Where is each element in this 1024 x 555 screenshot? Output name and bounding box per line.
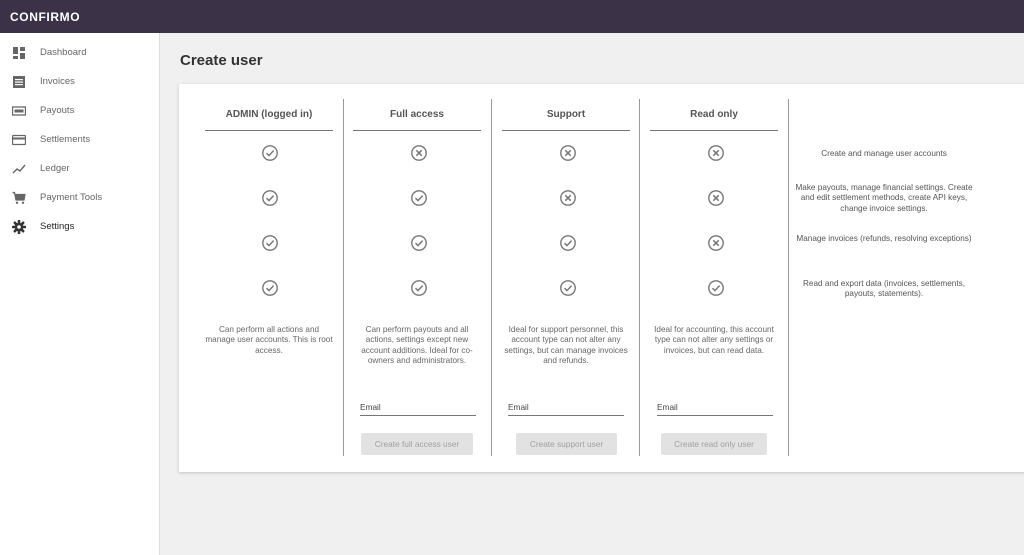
cart-icon xyxy=(12,191,26,204)
column-divider xyxy=(343,99,344,456)
email-underline xyxy=(508,415,624,416)
sidebar-item-settings[interactable]: Settings xyxy=(0,213,160,242)
page-title: Create user xyxy=(180,52,263,69)
column-description: Can perform payouts and all actions, set… xyxy=(361,325,473,366)
sidebar: Dashboard Invoices Payouts Settlements L… xyxy=(0,33,160,555)
permission-description: Read and export data (invoices, settleme… xyxy=(802,279,966,299)
create-user-card: ADMIN (logged in) Can perform all action… xyxy=(179,84,1024,472)
check-circle-icon xyxy=(261,279,279,297)
check-circle-icon xyxy=(261,144,279,162)
sidebar-item-label: Payment Tools xyxy=(40,192,103,203)
confirmo-logo[interactable]: CONFIRMO xyxy=(10,10,80,24)
check-circle-icon xyxy=(559,279,577,297)
sidebar-item-label: Ledger xyxy=(40,163,70,174)
email-underline xyxy=(657,415,773,416)
email-input[interactable] xyxy=(360,401,476,415)
column-underline xyxy=(205,130,333,131)
column-divider xyxy=(639,99,640,456)
dashboard-icon xyxy=(13,47,25,59)
cross-circle-icon xyxy=(559,144,577,162)
permission-description: Make payouts, manage financial settings.… xyxy=(795,183,973,213)
cross-circle-icon xyxy=(707,144,725,162)
check-circle-icon xyxy=(261,189,279,207)
column-description: Ideal for support personnel, this accoun… xyxy=(504,325,628,366)
sidebar-item-payouts[interactable]: Payouts xyxy=(0,97,160,126)
check-circle-icon xyxy=(707,279,725,297)
check-circle-icon xyxy=(410,189,428,207)
column-description: Ideal for accounting, this account type … xyxy=(654,325,774,355)
column-title: Read only xyxy=(690,109,738,120)
sidebar-item-invoices[interactable]: Invoices xyxy=(0,68,160,97)
sidebar-item-settlements[interactable]: Settlements xyxy=(0,126,160,155)
cross-circle-icon xyxy=(559,189,577,207)
gear-icon xyxy=(12,220,26,234)
column-title: Full access xyxy=(390,109,444,120)
sidebar-item-label: Settings xyxy=(40,221,75,232)
email-input[interactable] xyxy=(508,401,624,415)
cross-circle-icon xyxy=(410,144,428,162)
column-divider xyxy=(491,99,492,456)
sidebar-item-label: Dashboard xyxy=(40,47,87,58)
column-underline xyxy=(353,130,481,131)
column-title: Support xyxy=(546,109,586,120)
email-input[interactable] xyxy=(657,401,773,415)
check-circle-icon xyxy=(261,234,279,252)
invoices-icon xyxy=(13,76,25,88)
sidebar-item-label: Payouts xyxy=(40,105,75,116)
column-title: ADMIN (logged in) xyxy=(225,109,313,120)
top-bar: CONFIRMO xyxy=(0,0,1024,33)
check-circle-icon xyxy=(410,234,428,252)
create-support-user-button[interactable]: Create support user xyxy=(516,433,617,455)
check-circle-icon xyxy=(410,279,428,297)
cross-circle-icon xyxy=(707,189,725,207)
column-underline xyxy=(502,130,630,131)
email-underline xyxy=(360,415,476,416)
settlements-icon xyxy=(12,134,26,146)
sidebar-item-label: Invoices xyxy=(40,76,75,87)
column-description: Can perform all actions and manage user … xyxy=(205,325,333,355)
check-circle-icon xyxy=(559,234,577,252)
permission-description: Manage invoices (refunds, resolving exce… xyxy=(796,234,972,243)
sidebar-item-ledger[interactable]: Ledger xyxy=(0,155,160,184)
create-full-access-user-button[interactable]: Create full access user xyxy=(361,433,473,455)
cross-circle-icon xyxy=(707,234,725,252)
permission-description: Create and manage user accounts xyxy=(821,149,947,158)
payouts-icon xyxy=(12,106,26,116)
sidebar-item-payment-tools[interactable]: Payment Tools xyxy=(0,184,160,213)
column-underline xyxy=(650,130,778,131)
create-read-only-user-button[interactable]: Create read only user xyxy=(661,433,767,455)
sidebar-item-dashboard[interactable]: Dashboard xyxy=(0,39,160,68)
ledger-icon xyxy=(12,164,26,174)
sidebar-item-label: Settlements xyxy=(40,134,91,145)
